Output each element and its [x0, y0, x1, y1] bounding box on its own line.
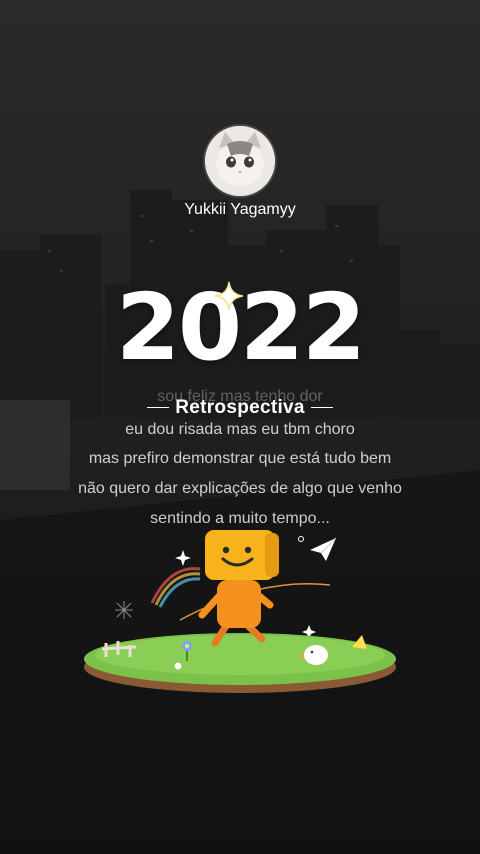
- sparkle-icon: [214, 281, 244, 311]
- divider-right: [310, 407, 333, 409]
- lyric-line: mas prefiro demonstrar que está tudo bem: [88, 450, 392, 467]
- divider-left: [147, 407, 170, 409]
- paper-plane-icon: [310, 537, 337, 561]
- profile-avatar[interactable]: [205, 126, 275, 196]
- username-label: Yukkii Yagamyy: [184, 201, 296, 218]
- sparkle-icon: [175, 550, 191, 566]
- lyric-line: eu dou risada mas eu tbm choro: [125, 421, 355, 438]
- rainbow-icon: [150, 567, 201, 608]
- subtitle-row: Retrospectiva: [0, 397, 480, 419]
- mascot-illustration: [84, 530, 396, 693]
- sparkle-icon: [298, 536, 304, 542]
- subtitle-label: Retrospectiva: [175, 397, 305, 418]
- mascot-character: [198, 530, 279, 647]
- lyric-line: não quero dar explicações de algo que ve…: [78, 480, 402, 497]
- sparkle-icon: [115, 601, 133, 619]
- cat-avatar-image: [205, 126, 275, 196]
- retrospective-screen: Yukkii Yagamyy 2022 sou feliz mas tenho …: [0, 0, 480, 854]
